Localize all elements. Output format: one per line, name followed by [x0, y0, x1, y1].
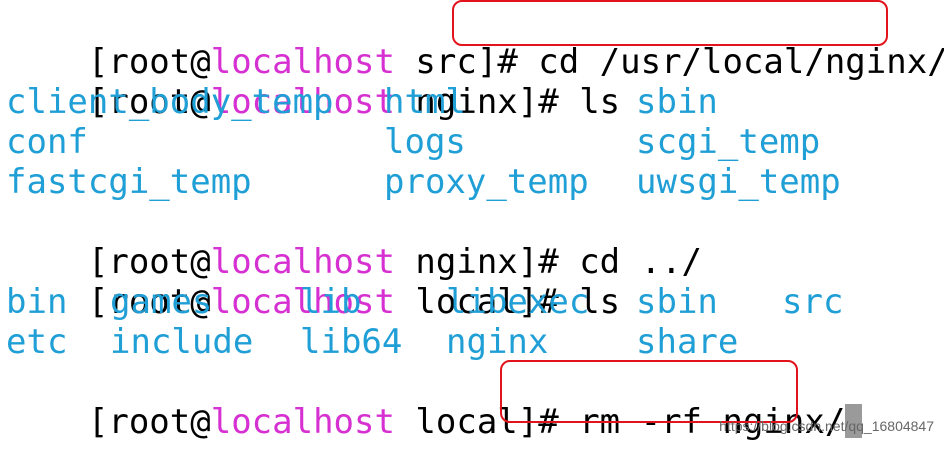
ls-entry-etc: etc	[6, 322, 68, 362]
ls-entry-logs: logs	[384, 122, 466, 162]
ls-entry-sbin: sbin	[636, 82, 718, 122]
prompt-close: ]#	[517, 402, 580, 442]
ls-entry-src: src	[782, 282, 844, 322]
ls-entry-proxy-temp: proxy_temp	[384, 162, 589, 202]
ls-entry-games: games	[110, 282, 213, 322]
terminal-line-7: [root@localhost local]# ls	[6, 242, 620, 322]
ls-entry-scgi-temp: scgi_temp	[636, 122, 821, 162]
terminal-window[interactable]: [root@localhost src]# cd /usr/local/ngin…	[0, 0, 944, 458]
prompt-cwd: local	[394, 402, 518, 442]
ls-entry-sbin: sbin	[636, 282, 718, 322]
prompt-host: localhost	[210, 402, 395, 442]
ls-entry-html: html	[384, 82, 466, 122]
prompt-close: ]#	[517, 82, 580, 122]
command-text: ls	[579, 82, 621, 122]
terminal-line-1: [root@localhost src]# cd /usr/local/ngin…	[6, 2, 944, 82]
ls-entry-lib: lib	[300, 282, 362, 322]
ls-entry-lib64: lib64	[300, 322, 403, 362]
ls-entry-bin: bin	[6, 282, 68, 322]
terminal-line-10: [root@localhost local]# rm -rf nginx/	[6, 362, 863, 442]
ls-entry-include: include	[110, 322, 254, 362]
watermark-text: https://blog.csdn.net/qq_16804847	[719, 418, 934, 434]
ls-entry-share: share	[636, 322, 739, 362]
prompt-open: [root@	[87, 402, 211, 442]
terminal-line-2: [root@localhost nginx]# ls	[6, 42, 620, 122]
ls-entry-nginx: nginx	[446, 322, 549, 362]
terminal-line-6: [root@localhost nginx]# cd ../	[6, 202, 702, 282]
ls-entry-uwsgi-temp: uwsgi_temp	[636, 162, 841, 202]
ls-entry-fastcgi-temp: fastcgi_temp	[6, 162, 252, 202]
ls-entry-client-body-temp: client_body_temp	[6, 82, 334, 122]
ls-entry-libexec: libexec	[446, 282, 590, 322]
ls-entry-conf: conf	[6, 122, 88, 162]
